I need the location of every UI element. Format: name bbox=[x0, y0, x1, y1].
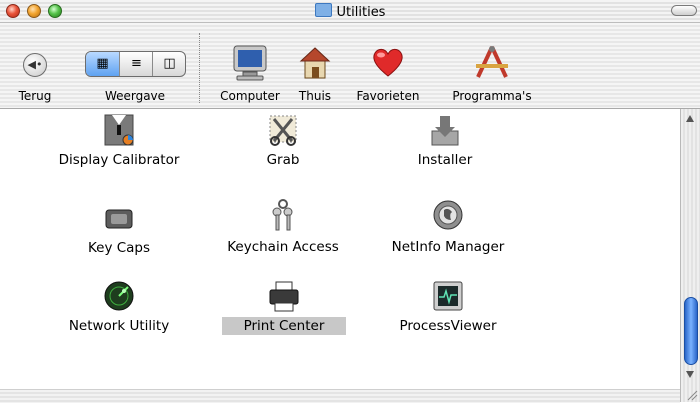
process-viewer-icon bbox=[433, 281, 463, 311]
home-button[interactable]: Thuis bbox=[290, 23, 340, 108]
view-segmented-control[interactable]: ▦ ≡ ◫ bbox=[85, 51, 186, 77]
column-view-icon[interactable]: ◫ bbox=[152, 52, 185, 76]
print-center-icon bbox=[269, 281, 299, 312]
list-view-icon[interactable]: ≡ bbox=[119, 52, 153, 76]
horizontal-scrollbar[interactable] bbox=[0, 389, 680, 403]
item-label: Keychain Access bbox=[227, 239, 339, 255]
item-label: ProcessViewer bbox=[399, 318, 497, 334]
item-label: Installer bbox=[417, 152, 473, 168]
computer-label: Computer bbox=[220, 89, 280, 103]
item-key-caps[interactable]: Key Caps bbox=[55, 201, 183, 257]
installer-icon bbox=[431, 116, 459, 146]
display-calibrator-icon bbox=[104, 114, 134, 146]
window-title-text: Utilities bbox=[336, 5, 386, 20]
window-titlebar[interactable]: Utilities bbox=[0, 0, 700, 23]
heart-icon bbox=[373, 48, 403, 77]
item-print-center[interactable]: Print Center bbox=[222, 279, 346, 335]
item-label: Grab bbox=[266, 152, 300, 168]
scroll-down-arrow-icon[interactable] bbox=[686, 371, 694, 378]
vertical-scrollbar[interactable] bbox=[680, 109, 700, 402]
item-label: NetInfo Manager bbox=[391, 239, 505, 255]
item-netinfo-manager[interactable]: NetInfo Manager bbox=[380, 196, 516, 256]
back-label: Terug bbox=[18, 89, 52, 103]
toolbar: ◀• Terug ▦ ≡ ◫ Weergave Computer Thuis F… bbox=[0, 23, 700, 109]
item-label: Print Center bbox=[222, 317, 346, 335]
view-label: Weergave bbox=[104, 89, 166, 103]
toolbar-separator bbox=[199, 33, 200, 103]
applications-label: Programma's bbox=[452, 89, 532, 103]
back-button[interactable]: ◀• Terug bbox=[0, 23, 70, 108]
scroll-thumb[interactable] bbox=[684, 297, 698, 365]
netinfo-manager-icon bbox=[433, 200, 463, 230]
file-browser-content: Display Calibrator Grab Installer Key Ca… bbox=[0, 109, 680, 402]
computer-icon bbox=[233, 45, 267, 81]
grab-icon bbox=[269, 115, 297, 146]
item-grab[interactable]: Grab bbox=[218, 113, 348, 169]
keychain-access-icon bbox=[272, 199, 293, 231]
favorites-button[interactable]: Favorieten bbox=[342, 23, 434, 108]
view-button[interactable]: ▦ ≡ ◫ Weergave bbox=[80, 23, 190, 108]
item-process-viewer[interactable]: ProcessViewer bbox=[384, 279, 512, 335]
item-label: Display Calibrator bbox=[58, 152, 180, 168]
resize-grip-icon[interactable] bbox=[684, 388, 698, 401]
home-label: Thuis bbox=[298, 89, 332, 103]
item-label: Network Utility bbox=[68, 318, 170, 334]
item-installer[interactable]: Installer bbox=[380, 113, 510, 169]
item-network-utility[interactable]: Network Utility bbox=[55, 279, 183, 335]
folder-icon bbox=[314, 3, 332, 17]
computer-button[interactable]: Computer bbox=[212, 23, 288, 108]
icon-view-icon[interactable]: ▦ bbox=[86, 52, 119, 76]
scroll-up-arrow-icon[interactable] bbox=[686, 115, 694, 122]
item-display-calibrator[interactable]: Display Calibrator bbox=[44, 113, 194, 169]
home-icon bbox=[299, 47, 331, 79]
back-arrow-icon: ◀• bbox=[23, 53, 47, 77]
applications-icon bbox=[476, 46, 508, 78]
item-keychain-access[interactable]: Keychain Access bbox=[210, 196, 356, 256]
favorites-label: Favorieten bbox=[356, 89, 420, 103]
network-utility-icon bbox=[104, 281, 134, 311]
window-title: Utilities bbox=[0, 3, 700, 20]
toolbar-toggle-button[interactable] bbox=[671, 5, 697, 16]
applications-button[interactable]: Programma's bbox=[440, 23, 544, 108]
key-caps-icon bbox=[105, 209, 133, 229]
item-label: Key Caps bbox=[87, 240, 151, 256]
